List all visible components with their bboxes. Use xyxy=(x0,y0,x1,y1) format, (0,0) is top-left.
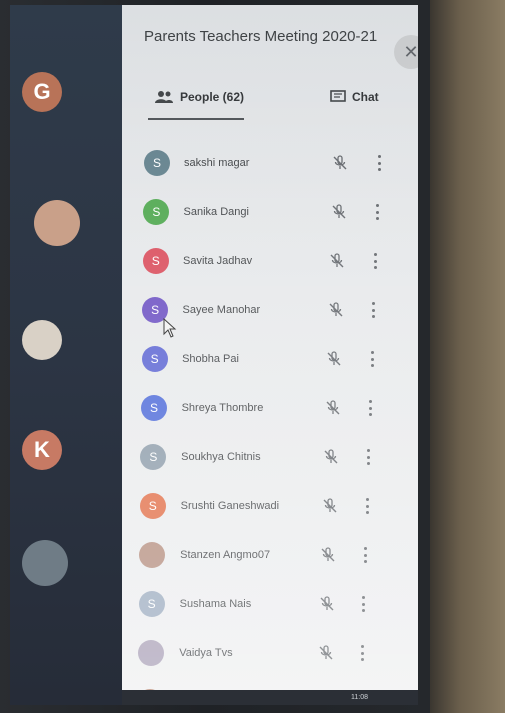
more-options-icon[interactable] xyxy=(364,498,370,514)
participant-video-tile[interactable] xyxy=(34,200,80,246)
participant-name: Stanzen Angmo07 xyxy=(180,549,271,561)
avatar: S xyxy=(138,591,165,617)
avatar: S xyxy=(142,248,169,274)
more-options-icon[interactable] xyxy=(369,351,375,367)
meeting-title: Parents Teachers Meeting 2020-21 xyxy=(144,28,378,45)
more-options-icon[interactable] xyxy=(363,547,369,563)
taskbar: 11:08 xyxy=(122,690,418,705)
mic-off-icon[interactable] xyxy=(328,302,344,318)
avatar: S xyxy=(144,150,170,176)
participant-name: Savita Jadhav xyxy=(183,255,253,267)
participant-row[interactable]: S Savita Jadhav xyxy=(122,243,418,279)
tile-initial: K xyxy=(34,437,50,462)
avatar-initial: S xyxy=(152,205,161,219)
participant-name: Shobha Pai xyxy=(182,353,239,365)
mic-off-icon[interactable] xyxy=(332,155,348,171)
mic-off-icon[interactable] xyxy=(323,449,339,465)
avatar-initial: S xyxy=(147,597,156,611)
avatar: S xyxy=(140,444,167,470)
participant-row[interactable]: S Shreya Thombre xyxy=(122,390,418,426)
participant-row[interactable]: S Soukhya Chitnis xyxy=(122,439,418,475)
taskbar-clock: 11:08 xyxy=(351,694,368,701)
participant-row[interactable]: S Shobha Pai xyxy=(122,341,418,377)
more-options-icon[interactable] xyxy=(361,596,367,612)
participant-video-tile[interactable]: G xyxy=(22,72,62,112)
more-options-icon[interactable] xyxy=(374,204,380,220)
participant-row[interactable]: S Srushti Ganeshwadi xyxy=(122,488,418,524)
participant-video-tile[interactable] xyxy=(22,320,62,360)
more-options-icon[interactable] xyxy=(376,155,382,171)
avatar: S xyxy=(141,346,168,372)
avatar-initial: S xyxy=(149,401,158,415)
avatar: S xyxy=(139,493,166,519)
avatar: S xyxy=(143,199,170,225)
tab-people-label: People (62) xyxy=(180,90,245,104)
mic-off-icon[interactable] xyxy=(326,351,342,367)
people-icon xyxy=(155,91,173,103)
participant-name: Sushama Nais xyxy=(179,598,252,610)
mic-off-icon[interactable] xyxy=(325,400,341,416)
avatar-initial: S xyxy=(152,156,161,170)
participant-name: Vaidya Tvs xyxy=(179,647,233,659)
participant-name: Srushti Ganeshwadi xyxy=(180,500,280,512)
close-icon: ✕ xyxy=(403,41,418,62)
monitor-bezel xyxy=(430,0,505,713)
avatar-initial: S xyxy=(149,450,158,464)
people-panel: Parents Teachers Meeting 2020-21 ✕ Peopl… xyxy=(122,5,418,705)
chat-icon xyxy=(330,90,346,102)
participant-row[interactable]: Ssakshi magar xyxy=(122,145,418,181)
avatar-initial: S xyxy=(150,352,159,366)
close-button[interactable]: ✕ xyxy=(394,35,418,69)
tab-people[interactable]: People (62) xyxy=(154,90,244,104)
mic-off-icon[interactable] xyxy=(320,547,336,563)
participant-row[interactable]: Stanzen Angmo07 xyxy=(122,537,418,573)
more-options-icon[interactable] xyxy=(366,449,372,465)
tab-chat[interactable]: Chat xyxy=(330,90,379,104)
more-options-icon[interactable] xyxy=(359,645,365,661)
mic-off-icon[interactable] xyxy=(318,645,334,661)
more-options-icon[interactable] xyxy=(368,400,374,416)
mic-off-icon[interactable] xyxy=(322,498,338,514)
participant-row[interactable]: S Sushama Nais xyxy=(122,586,418,622)
avatar: S xyxy=(141,395,167,421)
video-grid xyxy=(10,5,122,705)
tab-chat-label: Chat xyxy=(352,90,379,104)
participant-row[interactable]: S Sanika Dangi xyxy=(122,194,418,230)
mic-off-icon[interactable] xyxy=(319,596,335,612)
participant-name: sakshi magar xyxy=(184,157,250,169)
more-options-icon[interactable] xyxy=(373,253,379,269)
more-options-icon[interactable] xyxy=(371,302,377,318)
avatar xyxy=(139,542,166,568)
mic-off-icon[interactable] xyxy=(329,253,345,269)
participant-row[interactable]: Vaidya Tvs xyxy=(122,635,418,671)
avatar-initial: S xyxy=(148,499,157,513)
avatar-initial: S xyxy=(151,303,160,317)
mouse-cursor-icon xyxy=(163,318,177,338)
avatar xyxy=(138,640,164,666)
tile-initial: G xyxy=(33,79,51,104)
avatar-initial: S xyxy=(151,254,160,268)
participant-name: Shreya Thombre xyxy=(181,402,264,414)
participant-name: Sanika Dangi xyxy=(183,206,249,218)
participant-video-tile[interactable] xyxy=(22,540,68,586)
participant-name: Sayee Manohar xyxy=(182,304,261,316)
participant-name: Soukhya Chitnis xyxy=(181,451,261,463)
mic-off-icon[interactable] xyxy=(331,204,347,220)
participant-video-tile[interactable]: K xyxy=(22,430,62,470)
active-tab-indicator xyxy=(148,118,244,120)
